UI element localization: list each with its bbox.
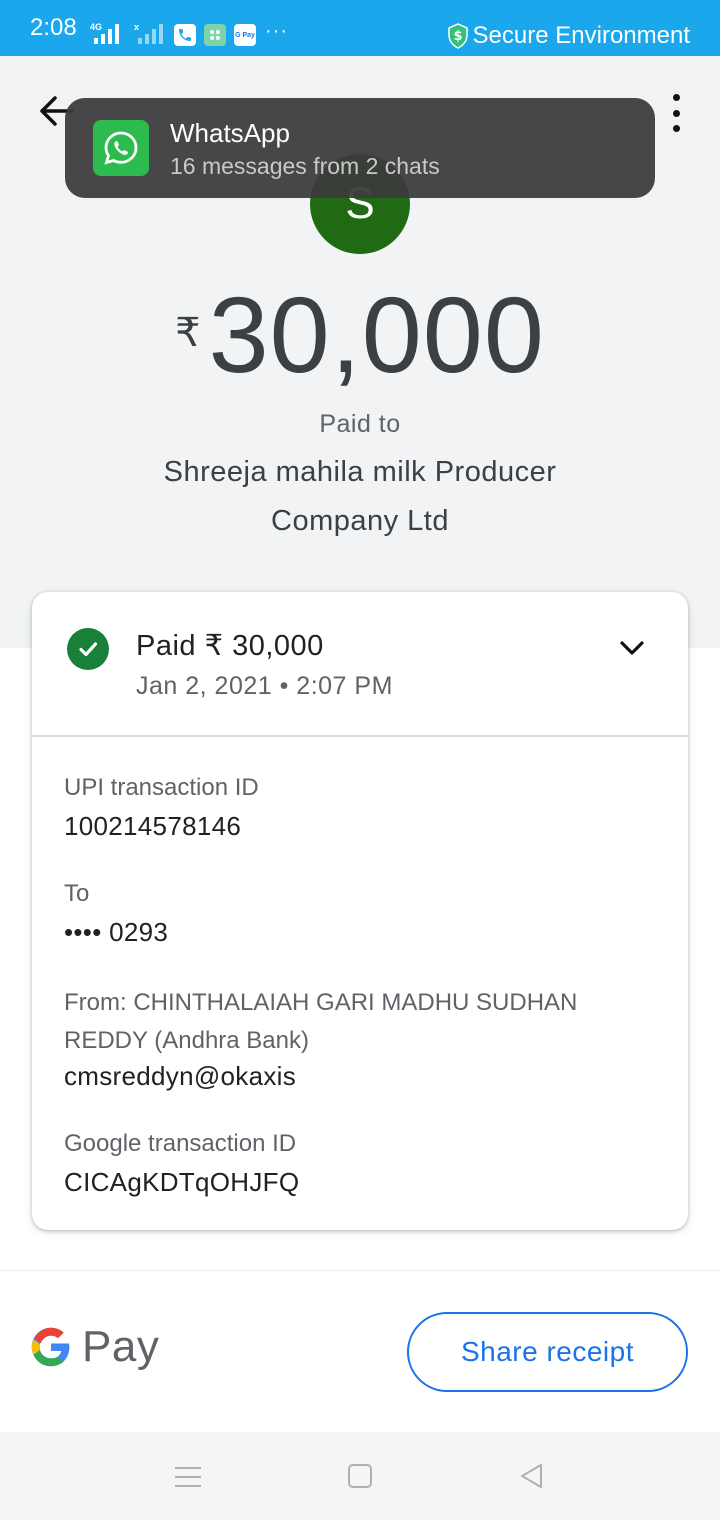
payee-name: Shreeja mahila milk Producer Company Ltd: [163, 456, 557, 537]
recent-apps-icon[interactable]: [175, 1467, 201, 1487]
secure-environment-indicator: $ Secure Environment: [447, 22, 690, 50]
payment-datetime: Jan 2, 2021 • 2:07 PM: [136, 672, 393, 700]
status-time: 2:08: [30, 14, 77, 41]
more-notifications-icon: ···: [265, 20, 288, 42]
whatsapp-icon: [93, 120, 149, 176]
from-vpa-value: cmsreddyn@okaxis: [64, 1061, 297, 1091]
to-account-value: •••• 0293: [64, 917, 169, 947]
card-divider: [32, 735, 688, 737]
gpay-logo: Pay: [30, 1322, 159, 1372]
secure-environment-label: Secure Environment: [472, 22, 690, 49]
phone-call-icon: [174, 24, 196, 46]
signal-strength-2-icon: [138, 24, 163, 44]
transaction-details-card: Paid ₹ 30,000 Jan 2, 2021 • 2:07 PM UPI …: [32, 592, 688, 1230]
signal-strength-icon: [94, 24, 119, 44]
paid-to-label: Paid to: [319, 410, 401, 438]
system-navigation-bar: [0, 1432, 720, 1520]
system-back-icon[interactable]: [517, 1462, 545, 1490]
upi-transaction-id-label: UPI transaction ID: [64, 774, 259, 801]
amount-display: ₹ 30,000: [0, 280, 720, 390]
svg-text:$: $: [453, 29, 462, 44]
chevron-down-icon: [620, 641, 644, 655]
more-options-button[interactable]: [670, 94, 682, 132]
whatsapp-notification[interactable]: WhatsApp 16 messages from 2 chats: [65, 98, 655, 198]
gpay-wordmark: Pay: [82, 1322, 160, 1371]
home-icon[interactable]: [348, 1464, 372, 1488]
app-notification-icon: [204, 24, 226, 46]
notification-app-name: WhatsApp: [170, 118, 290, 148]
google-g-icon: [31, 1327, 70, 1367]
google-transaction-id-label: Google transaction ID: [64, 1130, 297, 1157]
expand-button[interactable]: [618, 638, 646, 658]
upi-transaction-id-value: 100214578146: [64, 811, 242, 841]
share-receipt-button[interactable]: Share receipt: [407, 1312, 688, 1392]
payment-status: Paid ₹ 30,000: [136, 630, 324, 662]
shield-dollar-icon: $: [447, 23, 468, 49]
footer-divider: [0, 1270, 720, 1271]
check-circle-icon: [67, 628, 109, 670]
amount-value: 30,000: [208, 274, 545, 395]
gpay-notification-icon: G Pay: [234, 24, 256, 46]
currency-symbol: ₹: [175, 311, 201, 355]
status-bar: 2:08 4G x G Pay ··· $ Secure Environment: [0, 0, 720, 56]
notification-message: 16 messages from 2 chats: [170, 153, 440, 179]
from-account-label: From: CHINTHALAIAH GARI MADHU SUDHAN RED…: [64, 989, 578, 1054]
google-transaction-id-value: CICAgKDTqOHJFQ: [64, 1167, 300, 1197]
to-label: To: [64, 880, 90, 907]
